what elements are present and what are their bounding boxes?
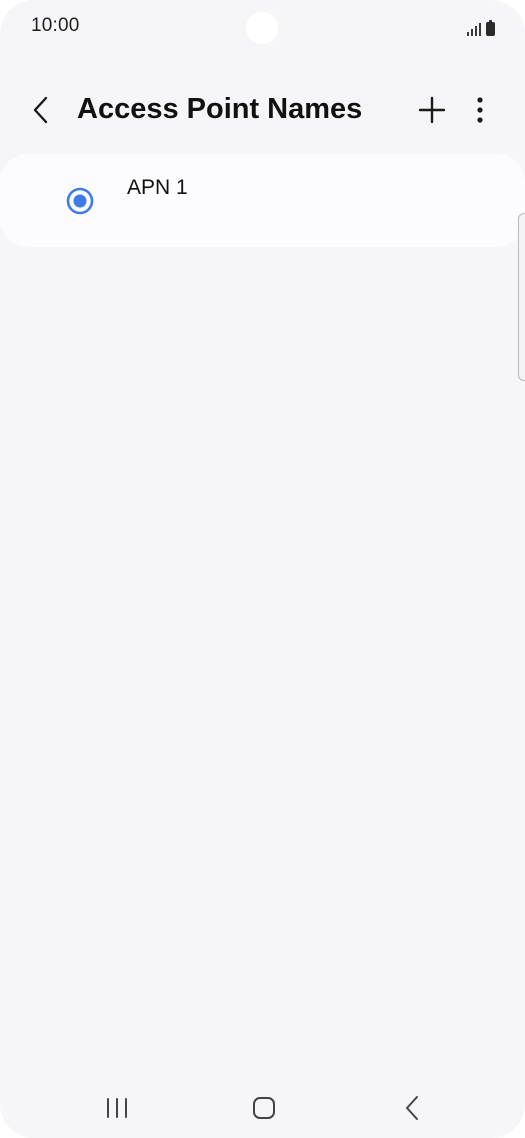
recents-button[interactable] xyxy=(95,1088,139,1128)
status-bar: 10:00 xyxy=(0,0,525,56)
app-bar: Access Point Names xyxy=(0,80,525,140)
page-title: Access Point Names xyxy=(77,93,363,125)
add-apn-button[interactable] xyxy=(410,88,454,132)
apn-list: APN 1 xyxy=(0,154,525,247)
screen: 10:00 Access Point Names APN 1 xyxy=(0,0,525,1138)
chevron-left-icon xyxy=(33,96,48,124)
back-icon xyxy=(406,1096,418,1120)
scrollbar[interactable] xyxy=(518,213,525,381)
back-button[interactable] xyxy=(22,90,62,130)
camera-cutout xyxy=(246,12,278,44)
apn-name: APN 1 xyxy=(127,176,188,199)
plus-icon xyxy=(418,96,446,124)
status-icons xyxy=(467,18,495,36)
more-vertical-icon xyxy=(477,97,483,123)
nav-bar xyxy=(0,1076,525,1138)
apn-list-item[interactable]: APN 1 xyxy=(0,154,525,247)
more-options-button[interactable] xyxy=(462,88,498,132)
status-time: 10:00 xyxy=(31,15,80,36)
home-button[interactable] xyxy=(242,1088,286,1128)
nav-back-button[interactable] xyxy=(390,1088,434,1128)
recents-icon xyxy=(107,1098,127,1118)
radio-selected-icon[interactable] xyxy=(66,187,94,215)
battery-icon xyxy=(486,20,495,36)
signal-icon xyxy=(467,22,481,36)
home-icon xyxy=(253,1097,275,1119)
